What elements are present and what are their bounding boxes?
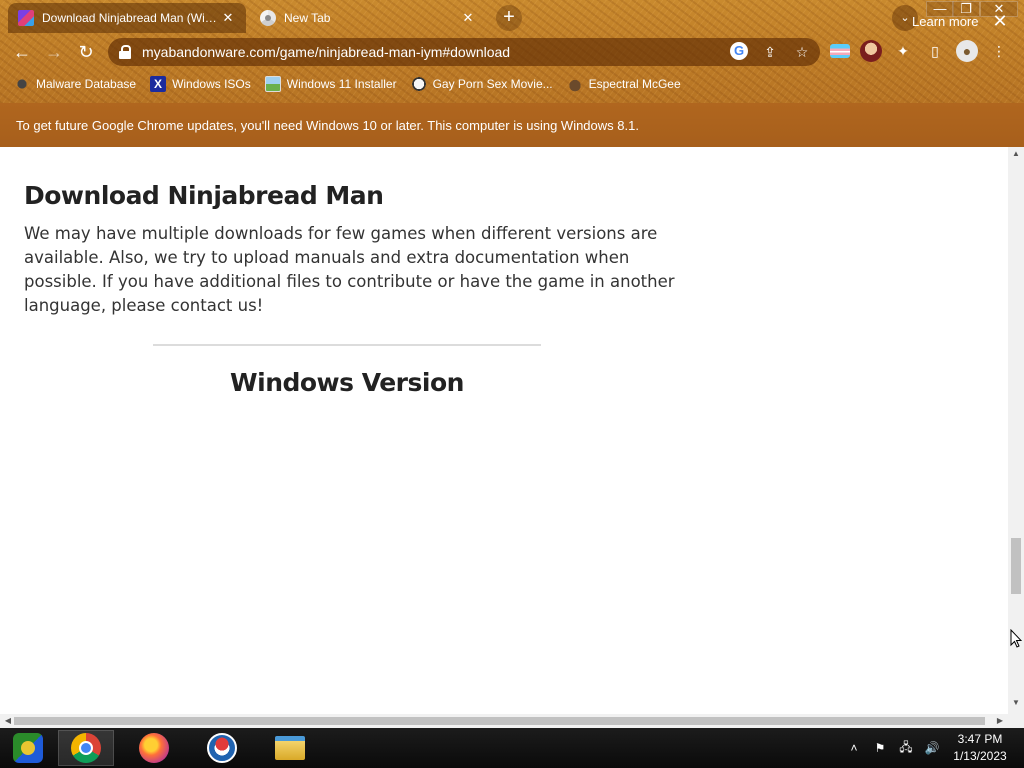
bookmark-espectral-mcgee[interactable]: Espectral McGee: [566, 76, 681, 92]
windows-taskbar: ˄ ⚑ 🖧 🔊 3:47 PM 1/13/2023: [0, 728, 1024, 768]
tab-close-icon[interactable]: ✕: [220, 10, 236, 26]
scrollbar-corner: [1008, 714, 1024, 728]
show-hidden-icons-chevron-icon[interactable]: ˄: [846, 741, 862, 755]
infobar-close-icon[interactable]: ✕: [990, 11, 1010, 32]
scroll-left-arrow-icon[interactable]: ◀: [2, 714, 14, 728]
tab-close-icon[interactable]: ✕: [460, 10, 476, 26]
browser-frame: Download Ninjabread Man (Windo ✕ New Tab…: [0, 0, 1024, 103]
chrome-favicon-icon: [260, 10, 276, 26]
bookmark-windows-11-installer[interactable]: Windows 11 Installer: [264, 76, 397, 92]
taskbar-chrome[interactable]: [58, 730, 114, 766]
windows-version-heading: Windows Version: [230, 368, 464, 397]
tab-title: New Tab: [284, 11, 331, 25]
page-content: Download Ninjabread Man We may have mult…: [0, 147, 1008, 714]
bookmark-label: Windows ISOs: [172, 77, 251, 91]
image-icon: [264, 76, 281, 92]
download-description: We may have multiple downloads for few g…: [24, 224, 675, 315]
bug-icon: [14, 76, 30, 92]
side-panel-icon[interactable]: ▯: [924, 40, 946, 62]
taskbar-file-explorer[interactable]: [262, 730, 318, 766]
clock[interactable]: 3:47 PM 1/13/2023: [942, 731, 1018, 765]
tab-active[interactable]: Download Ninjabread Man (Windo ✕: [8, 3, 246, 33]
mouse-pointer-icon: [1010, 629, 1022, 648]
address-bar[interactable]: myabandonware.com/game/ninjabread-man-iy…: [108, 38, 820, 66]
learn-more-link[interactable]: Learn more: [912, 14, 978, 29]
page-title: Download Ninjabread Man: [24, 181, 384, 210]
start-icon: [13, 733, 43, 763]
avatar-extension-icon[interactable]: [860, 40, 882, 62]
network-icon[interactable]: 🖧: [898, 738, 914, 759]
section-divider: [153, 344, 541, 346]
x-icon: X: [150, 76, 167, 92]
new-tab-button[interactable]: +: [496, 5, 522, 31]
bookmark-gay-porn-sex-movie[interactable]: Gay Porn Sex Movie...: [410, 76, 553, 92]
folder-icon: [275, 736, 305, 760]
taskbar-firefox[interactable]: [126, 730, 182, 766]
vertical-scroll-thumb[interactable]: [1011, 538, 1021, 594]
scroll-down-arrow-icon[interactable]: ▼: [1008, 698, 1024, 710]
volume-icon[interactable]: 🔊: [924, 741, 940, 755]
back-button[interactable]: ←: [10, 40, 34, 64]
scroll-up-arrow-icon[interactable]: ▲: [1008, 149, 1024, 161]
dog-icon: [566, 76, 583, 92]
bookmark-label: Gay Porn Sex Movie...: [432, 77, 553, 91]
bookmark-label: Espectral McGee: [588, 77, 681, 91]
start-button[interactable]: [0, 730, 56, 766]
horizontal-scrollbar[interactable]: ◀ ▶: [0, 714, 1008, 728]
clock-time: 3:47 PM: [957, 732, 1003, 746]
extensions-icon[interactable]: ✦: [892, 40, 914, 62]
forward-button[interactable]: →: [42, 40, 66, 64]
google-lens-icon[interactable]: G: [730, 42, 748, 60]
chrome-menu-icon[interactable]: ⋮: [988, 40, 1010, 62]
tab-title: Download Ninjabread Man (Windo: [42, 11, 220, 25]
action-center-flag-icon[interactable]: ⚑: [872, 741, 888, 755]
internet-explorer-icon: [207, 733, 237, 763]
myabandonware-favicon-icon: [18, 10, 34, 26]
firefox-icon: [139, 733, 169, 763]
taskbar-internet-explorer[interactable]: [194, 730, 250, 766]
bookmark-malware-database[interactable]: Malware Database: [14, 76, 136, 92]
chrome-icon: [71, 733, 101, 763]
scroll-right-arrow-icon[interactable]: ▶: [994, 714, 1006, 728]
clock-date: 1/13/2023: [953, 749, 1007, 763]
tab-new-tab[interactable]: New Tab ✕: [250, 3, 486, 33]
url-text[interactable]: myabandonware.com/game/ninjabread-man-iy…: [142, 44, 510, 60]
bookmark-windows-isos[interactable]: X Windows ISOs: [150, 76, 251, 92]
bookmark-label: Windows 11 Installer: [286, 77, 397, 91]
horizontal-scroll-thumb[interactable]: [14, 717, 985, 725]
system-tray: ˄ ⚑ 🖧 🔊: [846, 728, 940, 768]
infobar-message: To get future Google Chrome updates, you…: [16, 117, 639, 133]
update-infobar: To get future Google Chrome updates, you…: [0, 103, 1024, 147]
lock-icon[interactable]: [118, 45, 132, 59]
bookmarks-bar: Malware Database X Windows ISOs Windows …: [14, 73, 681, 95]
profile-avatar-icon[interactable]: ●: [956, 40, 978, 62]
face-icon: [410, 76, 427, 92]
share-icon[interactable]: ⇪: [760, 42, 780, 62]
bookmark-star-icon[interactable]: ☆: [792, 42, 812, 62]
reload-button[interactable]: ↻: [74, 40, 98, 64]
pride-flag-extension-icon[interactable]: [830, 44, 850, 58]
bookmark-label: Malware Database: [36, 77, 137, 91]
